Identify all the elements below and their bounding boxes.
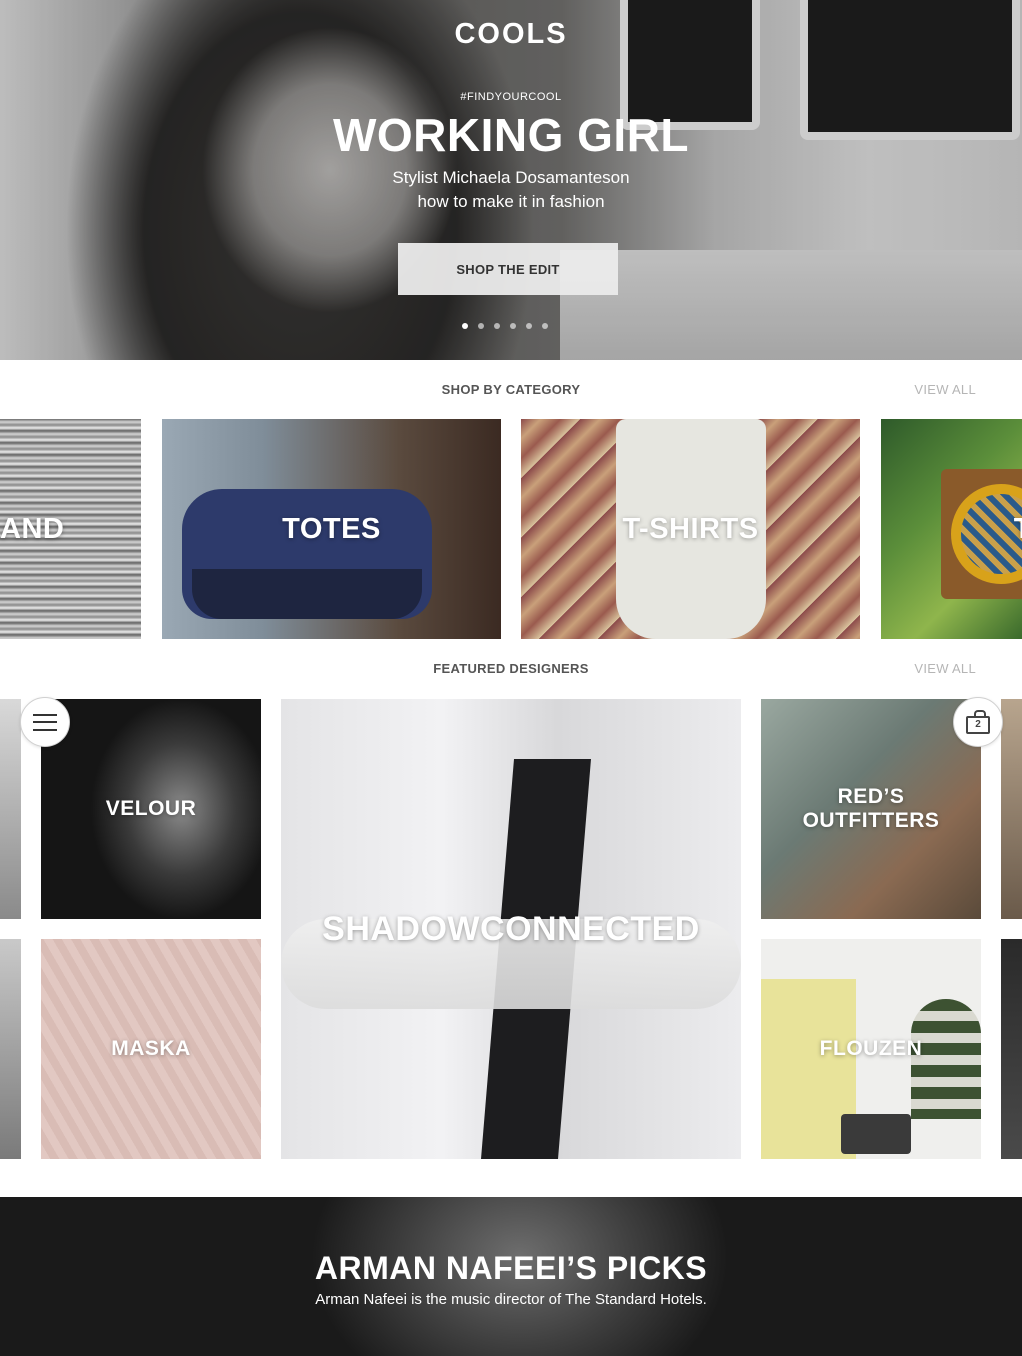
designer-tile-velour[interactable]: VELOUR — [41, 699, 261, 919]
carousel-dot[interactable] — [478, 323, 484, 329]
designer-tile-partial[interactable] — [1001, 699, 1022, 919]
designer-tile-label: RED’S OUTFITTERS — [761, 699, 981, 919]
hero-hashtag: #FINDYOURCOOL — [460, 91, 562, 103]
designer-tile-label: VELOUR — [105, 797, 197, 820]
shopping-bag-icon: 2 — [966, 709, 990, 734]
category-tile[interactable]: T — [881, 419, 1022, 639]
hero-subtitle-line2: how to make it in fashion — [417, 192, 605, 211]
category-tile-label: AND — [0, 512, 65, 545]
picks-banner[interactable]: ARMAN NAFEEI’S PICKS Arman Nafeei is the… — [0, 1197, 1022, 1356]
hero-title: WORKING GIRL — [332, 109, 690, 161]
hero-subtitle-line1: Stylist Michaela Dosamanteson — [392, 168, 630, 187]
designer-tile-label: SHADOWCONNECTED — [322, 910, 700, 948]
designer-tile-partial[interactable] — [0, 939, 21, 1159]
designer-tile-label: FLOUZEN — [819, 1037, 923, 1060]
hamburger-menu-icon — [33, 713, 57, 731]
designer-tile-flouzen[interactable]: FLOUZEN — [761, 939, 981, 1159]
designer-tile-partial[interactable] — [1001, 939, 1022, 1159]
carousel-dot[interactable] — [494, 323, 500, 329]
category-tile-totes[interactable]: TOTES — [162, 419, 501, 639]
carousel-dots — [462, 323, 548, 329]
designer-tile-label: MASKA — [111, 1037, 191, 1060]
designer-tile-shadowconnected[interactable]: SHADOWCONNECTED — [281, 699, 741, 1159]
picks-title: ARMAN NAFEEI’S PICKS — [314, 1250, 708, 1286]
hero-subtitle: Stylist Michaela Dosamanteson how to mak… — [0, 166, 1022, 214]
category-view-all-link[interactable]: VIEW ALL — [914, 382, 976, 397]
category-tile-tshirts[interactable]: T-SHIRTS — [521, 419, 860, 639]
designer-tile-reds-outfitters[interactable]: RED’S OUTFITTERS — [761, 699, 981, 919]
picks-subtitle: Arman Nafeei is the music director of Th… — [315, 1291, 707, 1308]
cart-button[interactable]: 2 — [953, 697, 1003, 747]
designers-section-title: FEATURED DESIGNERS — [433, 661, 589, 676]
designer-tile-maska[interactable]: MASKA — [41, 939, 261, 1159]
carousel-dot[interactable] — [462, 323, 468, 329]
designer-label-line2: OUTFITTERS — [802, 809, 940, 832]
designer-label-line1: RED’S — [837, 785, 905, 808]
designers-view-all-link[interactable]: VIEW ALL — [914, 661, 976, 676]
hero-banner[interactable]: COOLS #FINDYOURCOOL WORKING GIRL Stylist… — [0, 0, 1022, 360]
designers-section-header: FEATURED DESIGNERS VIEW ALL — [0, 661, 1022, 681]
category-section-header: SHOP BY CATEGORY VIEW ALL — [0, 382, 1022, 402]
carousel-dot[interactable] — [526, 323, 532, 329]
carousel-dot[interactable] — [510, 323, 516, 329]
category-section-title: SHOP BY CATEGORY — [441, 382, 581, 397]
category-tile-label: T-SHIRTS — [622, 512, 759, 545]
category-tile-label: TOTES — [282, 512, 381, 545]
carousel-dot[interactable] — [542, 323, 548, 329]
designer-tile-partial[interactable] — [0, 699, 21, 919]
category-tile-label: T — [881, 419, 1022, 639]
app-logo[interactable]: COOLS — [0, 18, 1022, 51]
category-tile[interactable]: AND — [0, 419, 141, 639]
cart-count-badge: 2 — [975, 719, 981, 730]
shop-the-edit-button[interactable]: SHOP THE EDIT — [398, 243, 618, 295]
menu-button[interactable] — [20, 697, 70, 747]
